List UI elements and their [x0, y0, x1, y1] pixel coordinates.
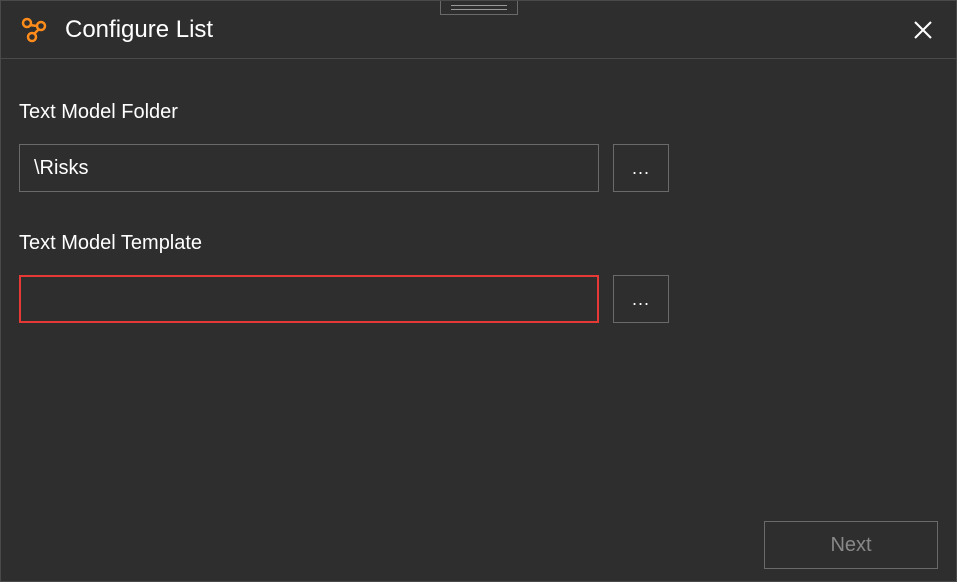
folder-input[interactable] [19, 144, 599, 192]
close-button[interactable] [908, 15, 938, 45]
template-input[interactable] [19, 275, 599, 323]
folder-label: Text Model Folder [19, 101, 938, 124]
template-row: ... [19, 275, 938, 323]
template-label: Text Model Template [19, 232, 938, 255]
titlebar: Configure List [1, 1, 956, 59]
folder-field-group: Text Model Folder ... [19, 101, 938, 192]
dialog-footer: Next [764, 521, 938, 569]
dialog-title: Configure List [65, 16, 213, 44]
folder-row: ... [19, 144, 938, 192]
template-field-group: Text Model Template ... [19, 232, 938, 323]
app-icon [19, 15, 49, 45]
template-browse-button[interactable]: ... [613, 275, 669, 323]
next-button[interactable]: Next [764, 521, 938, 569]
drag-handle[interactable] [440, 1, 518, 15]
folder-browse-button[interactable]: ... [613, 144, 669, 192]
dialog-content: Text Model Folder ... Text Model Templat… [1, 59, 956, 581]
